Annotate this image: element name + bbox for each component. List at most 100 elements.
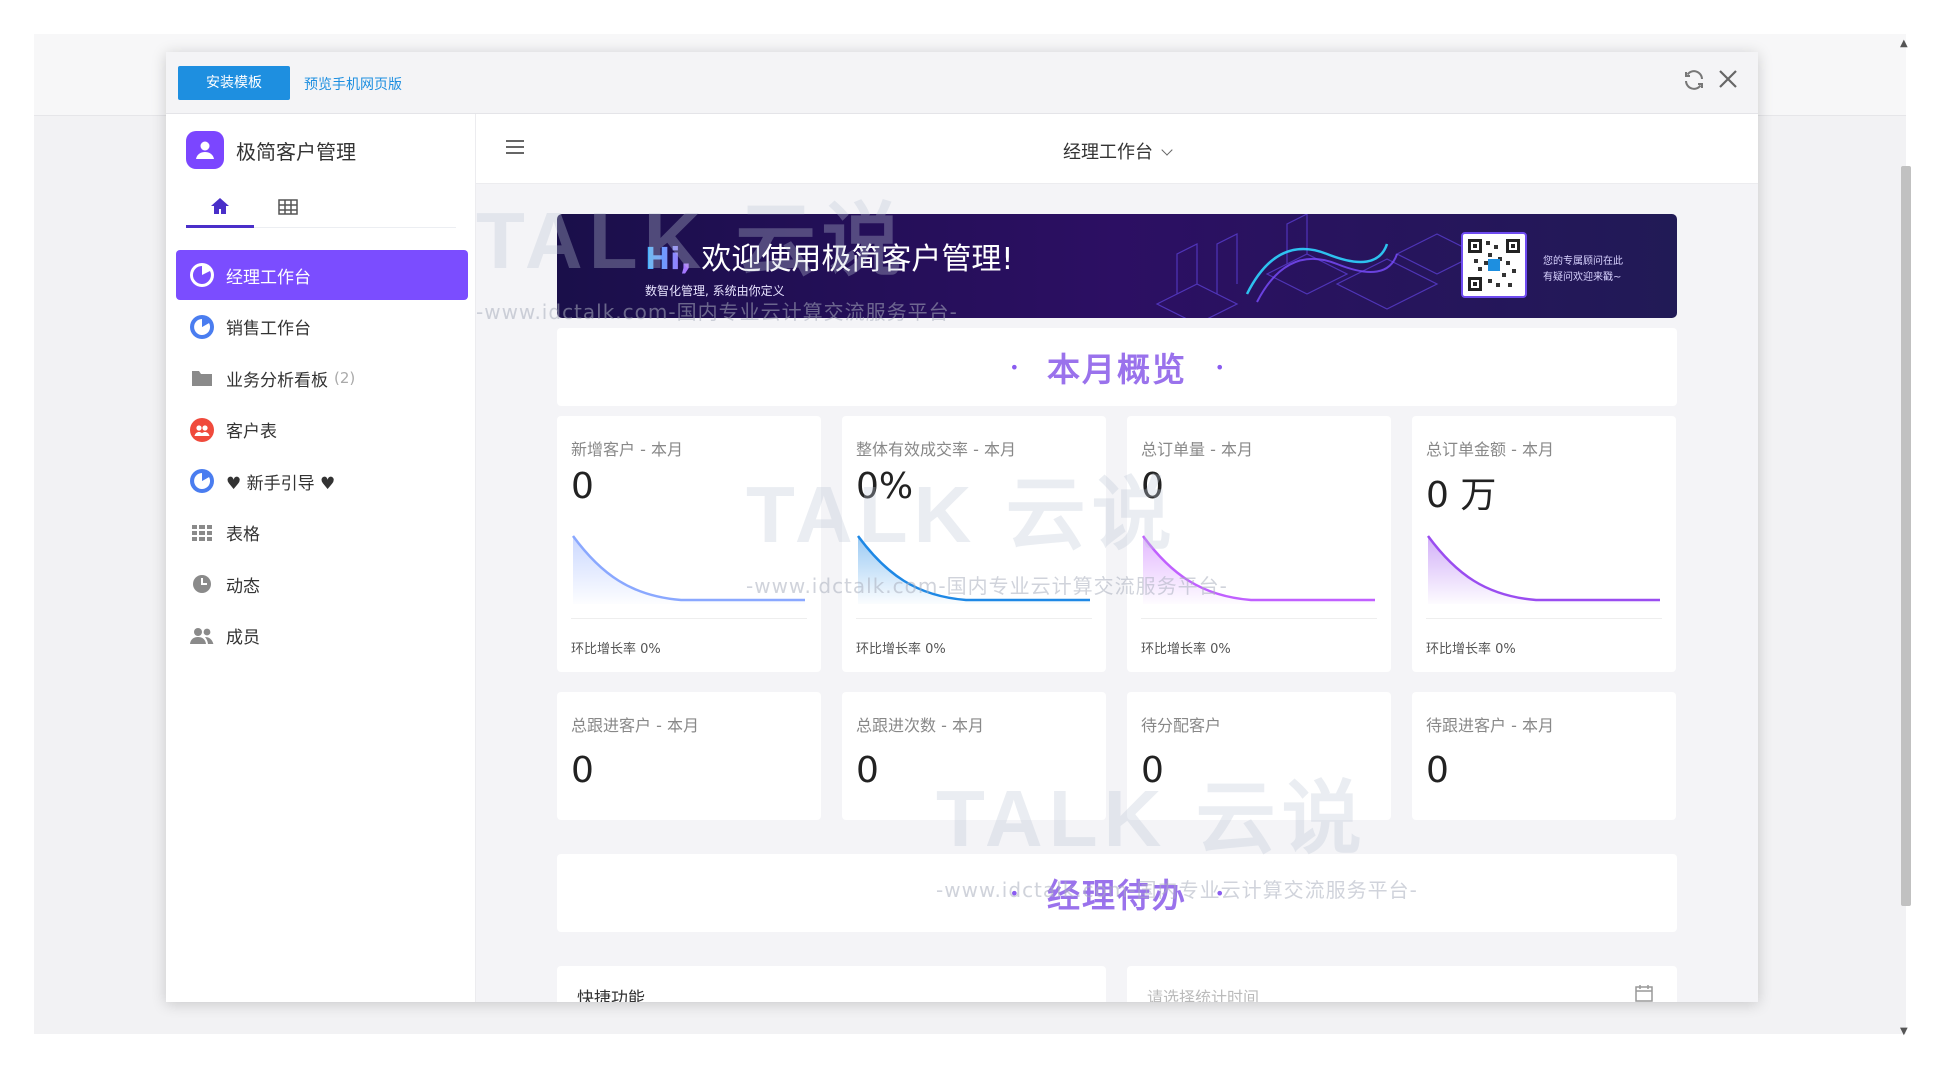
sparkline-area [858,536,1090,604]
stat-label: 总跟进客户 - 本月 [571,716,699,735]
page-scrollbar[interactable]: ▲ ▼ [1898,38,1912,1037]
section-dot: • [1009,357,1019,377]
chevron-down-icon [1161,144,1173,156]
stat-value: 0% [856,466,914,507]
stat-footer: 环比增长率 0% [1141,642,1231,657]
preview-mobile-link[interactable]: 预览手机网页版 [304,74,402,94]
section-title: 经理待办 [1047,876,1187,915]
sidebar-item-manager-dashboard[interactable]: 经理工作台 [176,250,468,300]
stat-value: 0 [1141,466,1164,507]
sidebar: 极简客户管理 经理工作台 销售工作台 业务分析看板 (2) 客户表 ♥ 新手引导… [166,114,476,1002]
card-divider [1426,618,1662,619]
stat-card-follow-count[interactable]: 总跟进次数 - 本月 0 [842,692,1106,820]
sidebar-tabs [186,186,456,228]
stat-card-new-customers[interactable]: 新增客户 - 本月 0 环比增长率 0% [557,416,821,672]
sidebar-item-members[interactable]: 成员 [176,611,468,661]
sparkline-area [573,536,805,604]
date-range-input[interactable]: 请选择统计时间 [1147,984,1259,1002]
sidebar-item-label: 动态 [226,576,260,597]
stat-value: 0 [571,466,594,507]
scroll-down-icon[interactable]: ▼ [1900,1026,1908,1037]
section-dot: • [1215,883,1225,903]
stat-card-unassigned-customers[interactable]: 待分配客户 0 [1127,692,1391,820]
sparkline-area [1428,536,1660,604]
stat-card-conversion-rate[interactable]: 整体有效成交率 - 本月 0% 环比增长率 0% [842,416,1106,672]
grid-icon [188,519,216,547]
sidebar-item-label: ♥ 新手引导 ♥ [226,473,336,494]
section-dot: • [1215,357,1225,377]
tab-table[interactable] [254,186,322,228]
pie-chart-icon [188,467,216,495]
pie-chart-icon [188,261,216,289]
main-header: 经理工作台 [476,114,1758,184]
refresh-icon[interactable] [1680,68,1708,96]
sidebar-item-guide[interactable]: ♥ 新手引导 ♥ [176,456,468,506]
section-dot: • [1009,883,1019,903]
sidebar-nav: 经理工作台 销售工作台 业务分析看板 (2) 客户表 ♥ 新手引导 ♥ 表格 动… [176,250,468,662]
sidebar-item-label: 经理工作台 [226,267,311,288]
sidebar-item-count: (2) [334,369,356,387]
sidebar-item-table[interactable]: 表格 [176,508,468,558]
date-filter-panel: 请选择统计时间 [1127,966,1677,1002]
stat-label: 总跟进次数 - 本月 [856,716,984,735]
stat-value: 0 万 [1426,475,1497,516]
stat-card-total-orders[interactable]: 总订单量 - 本月 0 环比增长率 0% [1127,416,1391,672]
dashboard-switcher[interactable]: 经理工作台 [476,138,1758,164]
modal-toolbar: 安装模板 预览手机网页版 [166,52,1758,114]
stat-value: 0 [1426,750,1449,791]
banner-hi: Hi, [645,242,692,277]
stat-label: 待跟进客户 - 本月 [1426,716,1554,735]
members-icon [188,622,216,650]
sidebar-item-customers[interactable]: 客户表 [176,405,468,455]
close-icon[interactable] [1714,68,1742,96]
stat-value: 0 [1141,750,1164,791]
app-logo-icon [186,131,224,169]
users-icon [188,416,216,444]
brand: 极简客户管理 [186,130,356,170]
card-divider [1141,618,1377,619]
clock-icon [188,570,216,598]
banner-greeting-text: 欢迎使用极简客户管理! [691,242,1014,277]
stat-label: 整体有效成交率 - 本月 [856,440,1016,459]
stat-value: 0 [856,750,879,791]
banner-subtitle: 数智化管理, 系统由你定义 [645,284,785,298]
sidebar-item-label: 成员 [226,628,260,648]
folder-icon [188,364,216,392]
sidebar-item-activity[interactable]: 动态 [176,559,468,609]
stat-card-followed-customers[interactable]: 总跟进客户 - 本月 0 [557,692,821,820]
sidebar-item-analysis-folder[interactable]: 业务分析看板 (2) [176,353,468,403]
install-template-button[interactable]: 安装模板 [178,66,290,100]
stat-footer: 环比增长率 0% [856,642,946,657]
stat-label: 总订单量 - 本月 [1141,440,1253,459]
section-overview: • 本月概览 • [557,328,1677,406]
sparkline-area [1143,536,1375,604]
main-content: 经理工作台 Hi, 欢迎使用极简客户管理! 数智化管理, 系统由你定义 您的专属… [476,114,1758,1002]
stat-card-pending-follow[interactable]: 待跟进客户 - 本月 0 [1412,692,1676,820]
stat-label: 总订单金额 - 本月 [1426,440,1554,459]
sparkline-chart [856,535,1090,604]
scroll-up-icon[interactable]: ▲ [1900,38,1908,49]
stat-card-order-amount[interactable]: 总订单金额 - 本月 0 万 环比增长率 0% [1412,416,1676,672]
qr-note: 您的专属顾问在此 有疑问欢迎来戳~ [1543,254,1623,286]
quick-actions-panel: 快捷功能 [557,966,1106,1002]
sidebar-item-label: 业务分析看板 [226,370,328,391]
calendar-icon[interactable] [1635,984,1653,1002]
card-divider [571,618,807,619]
page-title: 经理工作台 [1063,142,1153,163]
sparkline-chart [1141,535,1375,604]
section-todo: • 经理待办 • [557,854,1677,932]
stat-value: 0 [571,750,594,791]
sidebar-item-label: 销售工作台 [226,319,311,339]
template-preview-modal: 安装模板 预览手机网页版 极简客户管理 经理工作台 销售工作台 业务分析看板 (… [166,52,1758,1002]
table-icon [278,199,298,215]
home-icon [211,197,229,214]
tab-home[interactable] [186,186,254,228]
pie-chart-icon [188,313,216,341]
welcome-banner: Hi, 欢迎使用极简客户管理! 数智化管理, 系统由你定义 您的专属顾问在此 有… [557,214,1677,318]
app-name: 极简客户管理 [236,139,356,164]
sparkline-chart [571,535,805,604]
sidebar-item-sales-dashboard[interactable]: 销售工作台 [176,302,468,352]
sidebar-item-label: 表格 [226,525,260,545]
card-divider [856,618,1092,619]
scrollbar-thumb[interactable] [1901,166,1911,906]
